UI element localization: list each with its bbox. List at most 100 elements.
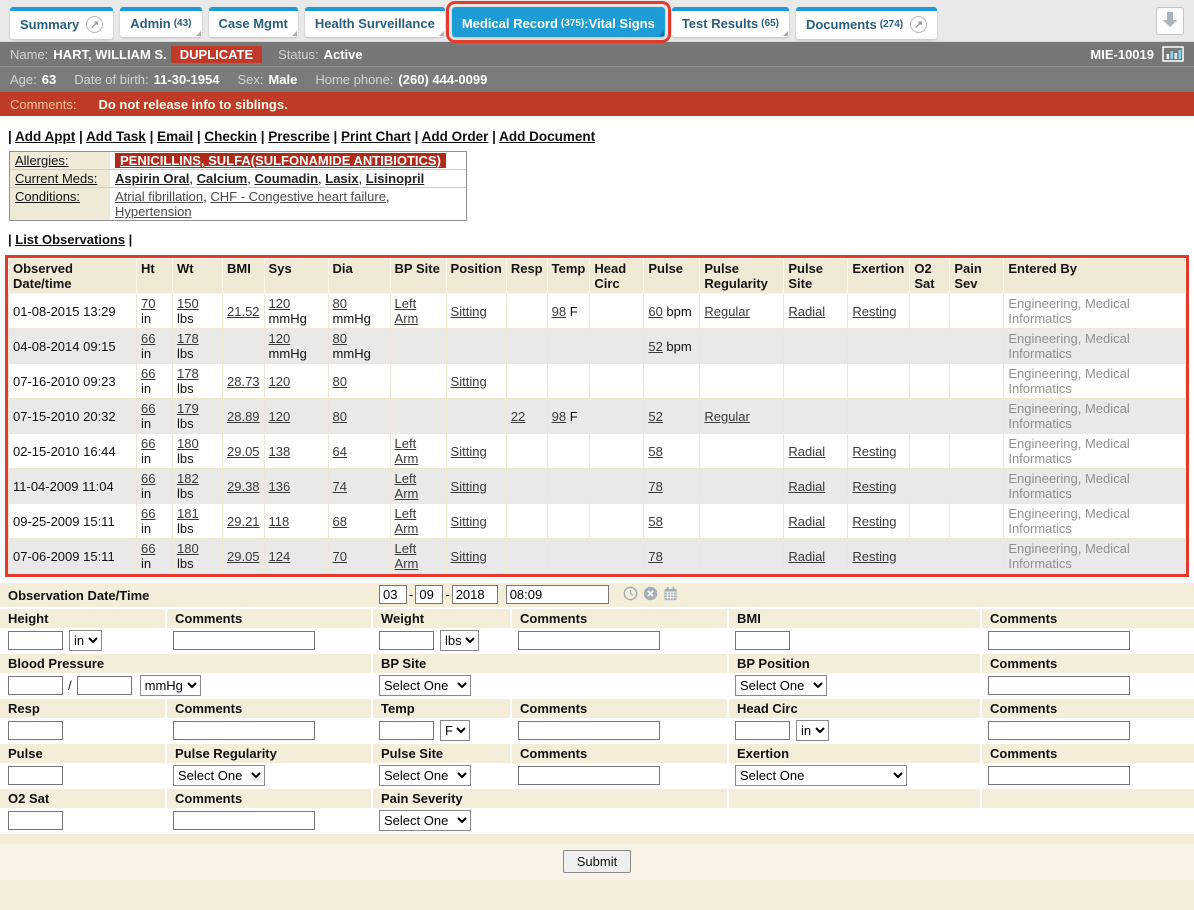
height-comments-input[interactable] xyxy=(173,631,315,650)
action-link-add-appt[interactable]: Add Appt xyxy=(15,129,75,144)
bp-unit-select[interactable]: mmHg xyxy=(140,675,201,696)
resp-comments-input[interactable] xyxy=(173,721,315,740)
current-meds-link[interactable]: Current Meds: xyxy=(15,171,97,186)
value-link[interactable]: 66 xyxy=(141,541,155,556)
value-link[interactable]: 66 xyxy=(141,401,155,416)
current-med-link[interactable]: Lisinopril xyxy=(366,171,425,186)
value-link[interactable]: Radial xyxy=(788,549,825,564)
value-link[interactable]: 98 xyxy=(552,409,566,424)
bmi-input[interactable] xyxy=(735,631,790,650)
exertion-comments-input[interactable] xyxy=(988,766,1130,785)
bar-chart-icon[interactable] xyxy=(1162,46,1184,62)
bp-systolic-input[interactable] xyxy=(8,676,63,695)
value-link[interactable]: Radial xyxy=(788,444,825,459)
value-link[interactable]: 66 xyxy=(141,506,155,521)
duplicate-badge[interactable]: DUPLICATE xyxy=(171,46,262,63)
value-link[interactable]: Left Arm xyxy=(395,541,419,571)
resp-input[interactable] xyxy=(8,721,63,740)
value-link[interactable]: 64 xyxy=(333,444,347,459)
tab-test-results[interactable]: Test Results (65) xyxy=(672,7,789,37)
weight-input[interactable] xyxy=(379,631,434,650)
value-link[interactable]: 181 xyxy=(177,506,199,521)
value-link[interactable]: 80 xyxy=(333,331,347,346)
value-link[interactable]: 150 xyxy=(177,296,199,311)
bp-position-select[interactable]: Select One xyxy=(735,675,827,696)
value-link[interactable]: Resting xyxy=(852,479,896,494)
value-link[interactable]: 70 xyxy=(141,296,155,311)
submit-button[interactable]: Submit xyxy=(563,850,631,873)
head-circ-comments-input[interactable] xyxy=(988,721,1130,740)
value-link[interactable]: Sitting xyxy=(451,304,487,319)
current-med-link[interactable]: Coumadin xyxy=(254,171,318,186)
value-link[interactable]: 118 xyxy=(269,514,290,529)
value-link[interactable]: Sitting xyxy=(451,514,487,529)
external-link-icon[interactable]: ↗ xyxy=(86,16,103,33)
pulse-site-select[interactable]: Select One xyxy=(379,765,471,786)
value-link[interactable]: Sitting xyxy=(451,549,487,564)
pulse-regularity-select[interactable]: Select One xyxy=(173,765,265,786)
value-link[interactable]: Left Arm xyxy=(395,296,419,326)
temp-comments-input[interactable] xyxy=(518,721,660,740)
weight-comments-input[interactable] xyxy=(518,631,660,650)
value-link[interactable]: 52 xyxy=(648,409,662,424)
value-link[interactable]: Radial xyxy=(788,304,825,319)
value-link[interactable]: 29.05 xyxy=(227,549,260,564)
obs-month-input[interactable] xyxy=(379,585,407,604)
temp-input[interactable] xyxy=(379,721,434,740)
value-link[interactable]: 66 xyxy=(141,331,155,346)
pulse-input[interactable] xyxy=(8,766,63,785)
value-link[interactable]: Sitting xyxy=(451,479,487,494)
value-link[interactable]: 29.21 xyxy=(227,514,260,529)
value-link[interactable]: 66 xyxy=(141,366,155,381)
value-link[interactable]: 80 xyxy=(333,374,347,389)
value-link[interactable]: 98 xyxy=(552,304,566,319)
value-link[interactable]: Resting xyxy=(852,304,896,319)
obs-time-input[interactable] xyxy=(506,585,609,604)
bp-diastolic-input[interactable] xyxy=(77,676,132,695)
height-unit-select[interactable]: in xyxy=(69,630,102,651)
tab-summary[interactable]: Summary↗ xyxy=(10,7,113,39)
bp-comments-input[interactable] xyxy=(988,676,1130,695)
value-link[interactable]: Regular xyxy=(704,409,750,424)
head-circ-input[interactable] xyxy=(735,721,790,740)
conditions-link[interactable]: Conditions: xyxy=(15,189,80,204)
value-link[interactable]: 80 xyxy=(333,296,347,311)
allergies-link[interactable]: Allergies: xyxy=(15,153,68,168)
tab-admin[interactable]: Admin (43) xyxy=(120,7,201,37)
action-link-email[interactable]: Email xyxy=(157,129,193,144)
value-link[interactable]: 28.73 xyxy=(227,374,260,389)
value-link[interactable]: Left Arm xyxy=(395,506,419,536)
value-link[interactable]: 180 xyxy=(177,436,199,451)
obs-year-input[interactable] xyxy=(452,585,498,604)
scroll-down-button[interactable] xyxy=(1156,7,1184,35)
action-link-print-chart[interactable]: Print Chart xyxy=(341,129,411,144)
value-link[interactable]: 70 xyxy=(333,549,347,564)
value-link[interactable]: 68 xyxy=(333,514,347,529)
tab-case-mgmt[interactable]: Case Mgmt xyxy=(209,7,298,37)
value-link[interactable]: 120 xyxy=(269,409,291,424)
pain-severity-select[interactable]: Select One xyxy=(379,810,471,831)
value-link[interactable]: 78 xyxy=(648,479,662,494)
value-link[interactable]: Regular xyxy=(704,304,750,319)
value-link[interactable]: 138 xyxy=(269,444,291,459)
allergy-list[interactable]: PENICILLINS, SULFA(SULFONAMIDE ANTIBIOTI… xyxy=(115,153,446,168)
value-link[interactable]: 29.38 xyxy=(227,479,260,494)
current-med-link[interactable]: Calcium xyxy=(197,171,248,186)
tab-health-surveillance[interactable]: Health Surveillance xyxy=(305,7,445,37)
value-link[interactable]: 80 xyxy=(333,409,347,424)
value-link[interactable]: 22 xyxy=(511,409,525,424)
value-link[interactable]: Resting xyxy=(852,444,896,459)
weight-unit-select[interactable]: lbs xyxy=(440,630,479,651)
value-link[interactable]: 52 xyxy=(648,339,662,354)
value-link[interactable]: Resting xyxy=(852,549,896,564)
tab-medical-record[interactable]: Medical Record (375):Vital Signs xyxy=(452,7,665,37)
height-input[interactable] xyxy=(8,631,63,650)
current-med-link[interactable]: Lasix xyxy=(325,171,358,186)
temp-unit-select[interactable]: F xyxy=(440,720,470,741)
value-link[interactable]: 124 xyxy=(269,549,291,564)
value-link[interactable]: 21.52 xyxy=(227,304,260,319)
value-link[interactable]: 136 xyxy=(269,479,291,494)
value-link[interactable]: 120 xyxy=(269,374,291,389)
action-link-add-document[interactable]: Add Document xyxy=(499,129,595,144)
value-link[interactable]: 120 xyxy=(269,331,291,346)
